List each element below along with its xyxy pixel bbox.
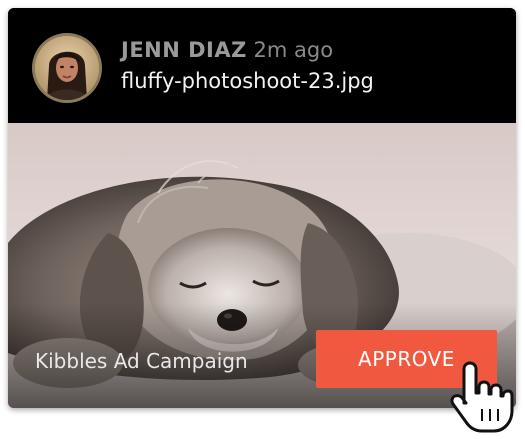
avatar bbox=[35, 36, 99, 100]
hand-pointer-icon bbox=[448, 359, 514, 435]
avatar-image bbox=[35, 36, 99, 100]
campaign-name: Kibbles Ad Campaign bbox=[35, 349, 248, 373]
post-time: 2m ago bbox=[253, 38, 334, 62]
author-name: JENN DIAZ bbox=[121, 38, 247, 62]
post-meta: JENN DIAZ 2m ago bbox=[121, 36, 333, 64]
file-name: fluffy-photoshoot-23.jpg bbox=[121, 69, 374, 93]
card-header: JENN DIAZ 2m ago fluffy-photoshoot-23.jp… bbox=[8, 8, 516, 123]
